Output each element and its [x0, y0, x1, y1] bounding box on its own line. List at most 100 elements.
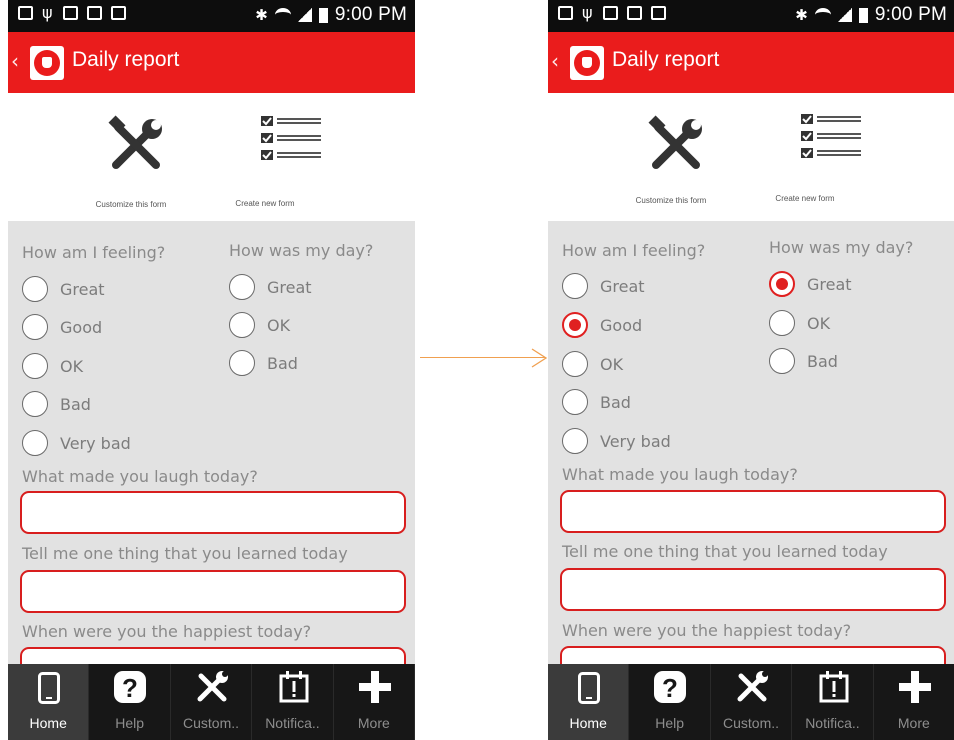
app-logo[interactable] — [570, 46, 604, 80]
phone-screen-after: ψ ✱ 9:00 PM ‹ Daily report Customize thi… — [548, 0, 954, 740]
day-option-great[interactable]: Great — [769, 271, 852, 297]
radio-button[interactable] — [229, 274, 255, 300]
option-label: Bad — [807, 351, 838, 371]
radio-button[interactable] — [22, 430, 48, 456]
tools-icon — [648, 115, 702, 169]
laugh-question: What made you laugh today? — [22, 467, 258, 486]
nav-customize[interactable]: Custom.. — [171, 664, 253, 740]
feeling-option-ok[interactable]: OK — [562, 351, 623, 377]
download-icon — [558, 6, 573, 20]
day-question: How was my day? — [769, 238, 914, 257]
laugh-answer-field[interactable] — [560, 490, 946, 533]
feeling-option-good[interactable]: Good — [562, 312, 642, 338]
back-icon[interactable]: ‹ — [11, 49, 19, 73]
create-form-button[interactable]: Create new form — [200, 93, 330, 221]
tools-icon — [108, 115, 162, 169]
status-bar: ψ ✱ 9:00 PM — [548, 0, 954, 32]
feeling-option-bad[interactable]: Bad — [22, 391, 91, 417]
quick-actions: Customize this form Create new form — [8, 93, 415, 221]
radio-button[interactable] — [562, 428, 588, 454]
feeling-option-bad[interactable]: Bad — [562, 389, 631, 415]
day-option-ok[interactable]: OK — [769, 310, 830, 336]
learned-answer-field[interactable] — [20, 570, 406, 613]
bluetooth-icon: ✱ — [255, 7, 268, 24]
app-bar: ‹ Daily report — [8, 32, 415, 93]
phone-icon — [38, 672, 60, 704]
feeling-option-great[interactable]: Great — [22, 276, 105, 302]
battery-icon — [858, 7, 868, 23]
bottom-nav: Home ? Help Custom.. Notifica.. More — [8, 664, 415, 740]
day-option-bad[interactable]: Bad — [229, 350, 298, 376]
laugh-question: What made you laugh today? — [562, 465, 798, 484]
nav-help[interactable]: ? Help — [629, 664, 711, 740]
laugh-answer-field[interactable] — [20, 491, 406, 534]
feeling-option-very-bad[interactable]: Very bad — [22, 430, 131, 456]
usb-icon: ψ — [42, 3, 53, 22]
wifi-icon — [814, 8, 831, 22]
radio-button[interactable] — [229, 312, 255, 338]
option-label: OK — [807, 313, 831, 333]
checklist-icon — [801, 114, 861, 158]
bluetooth-icon: ✱ — [795, 7, 808, 24]
radio-button[interactable] — [562, 273, 588, 299]
feeling-option-great[interactable]: Great — [562, 273, 645, 299]
app-logo[interactable] — [30, 46, 64, 80]
day-option-ok[interactable]: OK — [229, 312, 290, 338]
radio-button[interactable] — [229, 350, 255, 376]
radio-button[interactable] — [769, 310, 795, 336]
option-label: OK — [600, 354, 624, 374]
nav-notifications[interactable]: Notifica.. — [792, 664, 874, 740]
nav-notifications[interactable]: Notifica.. — [252, 664, 334, 740]
customize-form-button[interactable]: Customize this form — [606, 93, 736, 221]
usb-icon: ψ — [582, 3, 593, 22]
feeling-question: How am I feeling? — [562, 241, 706, 260]
radio-button[interactable] — [22, 314, 48, 340]
happiest-question: When were you the happiest today? — [562, 621, 852, 640]
customize-form-label: Customize this form — [635, 196, 707, 205]
radio-button[interactable] — [562, 351, 588, 377]
radio-button[interactable] — [22, 353, 48, 379]
nav-more[interactable]: More — [334, 664, 415, 740]
clock: 9:00 PM — [334, 4, 407, 25]
option-label: Very bad — [60, 433, 131, 453]
learned-question: Tell me one thing that you learned today — [22, 544, 348, 563]
option-label: Very bad — [600, 431, 671, 451]
radio-button[interactable] — [769, 348, 795, 374]
help-icon: ? — [654, 671, 687, 703]
day-option-great[interactable]: Great — [229, 274, 312, 300]
radio-button[interactable] — [22, 276, 48, 302]
battery-icon — [318, 7, 328, 23]
radio-button[interactable] — [22, 391, 48, 417]
status-bar: ψ ✱ 9:00 PM — [8, 0, 415, 32]
email-icon — [111, 6, 126, 20]
back-icon[interactable]: ‹ — [551, 49, 559, 73]
feeling-option-very-bad[interactable]: Very bad — [562, 428, 671, 454]
feeling-option-good[interactable]: Good — [22, 314, 102, 340]
radio-button-selected[interactable] — [769, 271, 795, 297]
gallery-icon — [63, 6, 78, 20]
nav-label: More — [897, 715, 930, 731]
radio-button[interactable] — [562, 389, 588, 415]
tools-icon — [197, 671, 228, 702]
nav-more[interactable]: More — [874, 664, 954, 740]
nav-help[interactable]: ? Help — [89, 664, 171, 740]
transition-arrow-line — [420, 357, 545, 358]
email-icon — [651, 6, 666, 20]
bottom-nav: Home ? Help Custom.. Notifica.. More — [548, 664, 954, 740]
nav-home[interactable]: Home — [8, 664, 90, 740]
nav-customize[interactable]: Custom.. — [711, 664, 793, 740]
daily-report-form: How am I feeling? How was my day? Great … — [8, 221, 415, 740]
radio-button-selected[interactable] — [562, 312, 588, 338]
nav-label: Custom.. — [723, 715, 780, 731]
nav-label: Help — [655, 715, 684, 731]
customize-form-button[interactable]: Customize this form — [66, 93, 196, 221]
create-form-button[interactable]: Create new form — [740, 93, 870, 221]
create-form-label: Create new form — [775, 194, 835, 203]
signal-icon — [297, 8, 312, 22]
learned-answer-field[interactable] — [560, 568, 946, 611]
transition-arrow-icon — [531, 348, 548, 368]
phone-icon — [578, 672, 600, 704]
feeling-option-ok[interactable]: OK — [22, 353, 83, 379]
nav-home[interactable]: Home — [548, 664, 630, 740]
day-option-bad[interactable]: Bad — [769, 348, 838, 374]
